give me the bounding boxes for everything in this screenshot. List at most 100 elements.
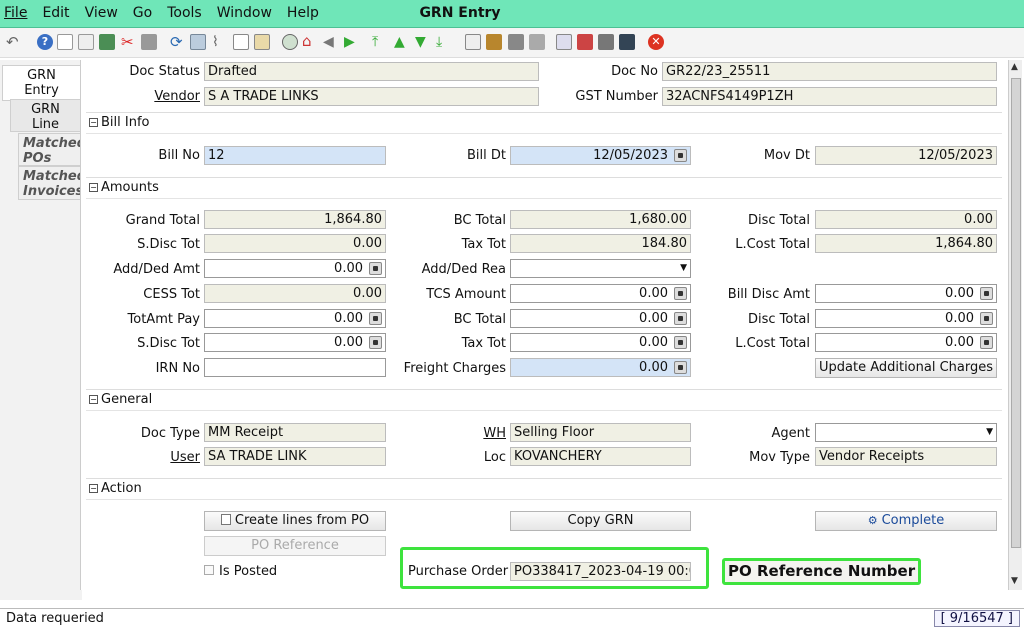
product-icon[interactable] [619,34,635,50]
freight-field[interactable]: 0.00 [510,358,691,377]
collapse-icon: − [89,183,98,192]
grand-total-field: 1,864.80 [204,210,386,229]
totamt-pay-field[interactable]: 0.00 [204,309,386,328]
record-counter[interactable]: [ 9/16547 ] [933,610,1020,627]
close-icon[interactable]: ✕ [648,34,664,50]
first-icon[interactable]: ⤒ [372,34,388,50]
last-icon[interactable]: ⤓ [436,34,452,50]
previous-icon[interactable]: ▲ [394,34,410,50]
irn-no-field[interactable] [204,358,386,377]
calculator-icon[interactable] [980,312,993,325]
print2-icon[interactable] [529,34,545,50]
bill-no-field[interactable]: 12 [204,146,386,165]
mov-type-label: Mov Type [749,450,810,465]
print-icon[interactable] [508,34,524,50]
scroll-down-icon[interactable]: ▼ [1011,576,1018,586]
calculator-icon[interactable] [369,312,382,325]
bill-dt-field[interactable]: 12/05/2023 [510,146,691,165]
vertical-scrollbar[interactable]: ▲ ▼ [1008,60,1022,590]
section-title: General [101,392,153,407]
attach-icon[interactable]: ⌇ [212,34,228,50]
tcs-amount-label: TCS Amount [426,287,506,302]
amounts-section[interactable]: − Amounts [86,177,1002,199]
lookup-icon[interactable] [556,34,572,50]
sdisc-tot2-field[interactable]: 0.00 [204,333,386,352]
chat-icon[interactable] [233,34,249,50]
agent-select[interactable]: ▼ [815,423,997,442]
doc-status-field: Drafted [204,62,539,81]
update-additional-charges-button[interactable]: Update Additional Charges [815,358,997,378]
calculator-icon[interactable] [674,312,687,325]
vendor-label: Vendor [154,89,200,104]
home-icon[interactable]: ⌂ [302,34,318,50]
tab-matched-invoices[interactable]: Matched Invoices [18,166,86,200]
calculator-icon[interactable] [674,336,687,349]
calculator-icon[interactable] [369,336,382,349]
doc-type-field[interactable]: MM Receipt [204,423,386,442]
freight-value: 0.00 [639,360,668,375]
workflow-icon[interactable] [577,34,593,50]
calculator-icon[interactable] [980,287,993,300]
form-icon[interactable] [254,34,270,50]
scroll-thumb[interactable] [1011,78,1021,548]
loc-field[interactable]: KOVANCHERY [510,447,691,466]
print-preview-icon[interactable] [141,34,157,50]
next-icon[interactable]: ▼ [415,34,431,50]
lcost-total2-label: L.Cost Total [735,336,810,351]
bc-total2-field[interactable]: 0.00 [510,309,691,328]
button-label: Create lines from PO [234,513,370,528]
lcost-total2-field[interactable]: 0.00 [815,333,997,352]
tax-tot2-field[interactable]: 0.00 [510,333,691,352]
chevron-down-icon[interactable]: ▼ [986,424,993,441]
tab-grn-entry[interactable]: GRN Entry [2,65,80,101]
complete-button[interactable]: ⚙ Complete [815,511,997,531]
user-field[interactable]: SA TRADE LINK [204,447,386,466]
new-icon[interactable] [57,34,73,50]
undo-icon[interactable]: ↶ [6,34,22,50]
tab-grn-line[interactable]: GRN Line [10,99,80,132]
gear-icon: ⚙ [867,514,878,527]
zoom-icon[interactable] [190,34,206,50]
chevron-down-icon[interactable]: ▼ [680,260,687,277]
calculator-icon[interactable] [674,287,687,300]
disc-total2-field[interactable]: 0.00 [815,309,997,328]
archive-icon[interactable] [486,34,502,50]
sdisc-tot2-label: S.Disc Tot [137,336,200,351]
tcs-amount-field[interactable]: 0.00 [510,284,691,303]
back-icon[interactable]: ◀ [323,34,339,50]
delete-icon[interactable]: ✂ [121,34,137,50]
help-icon[interactable]: ? [37,34,53,50]
forward-icon[interactable]: ▶ [344,34,360,50]
button-label: Complete [881,513,945,528]
refresh-icon[interactable]: ⟳ [170,34,186,50]
vendor-field[interactable]: S A TRADE LINKS [204,87,539,106]
bill-disc-amt-field[interactable]: 0.00 [815,284,997,303]
add-ded-rea-select[interactable]: ▼ [510,259,691,278]
tab-matched-pos[interactable]: Matched POs [18,133,86,166]
wh-field[interactable]: Selling Floor [510,423,691,442]
bill-info-section[interactable]: − Bill Info [86,112,1002,134]
copy-grn-button[interactable]: Copy GRN [510,511,691,531]
add-ded-amt-field[interactable]: 0.00 [204,259,386,278]
action-section[interactable]: − Action [86,478,1002,500]
calculator-icon[interactable] [674,361,687,374]
process-icon[interactable] [598,34,614,50]
scroll-up-icon[interactable]: ▲ [1011,62,1018,72]
calculator-icon[interactable] [369,262,382,275]
calendar-icon[interactable] [674,149,687,162]
calculator-icon[interactable] [980,336,993,349]
save-icon[interactable] [99,34,115,50]
tab-list: GRN Entry GRN Line Matched POs Matched I… [0,60,86,600]
create-lines-from-po-button[interactable]: Create lines from PO [204,511,386,531]
mov-type-field[interactable]: Vendor Receipts [815,447,997,466]
is-posted-checkbox[interactable] [204,565,214,575]
wh-label: WH [483,426,506,441]
purchase-order-field[interactable]: PO338417_2023-04-19 00:0 [510,562,691,581]
history-icon[interactable] [282,34,298,50]
disc-total2-value: 0.00 [945,311,974,326]
general-section[interactable]: − General [86,389,1002,411]
report-icon[interactable] [465,34,481,50]
tax-tot2-label: Tax Tot [461,336,506,351]
copy-icon[interactable] [78,34,94,50]
bc-total-label: BC Total [453,213,506,228]
